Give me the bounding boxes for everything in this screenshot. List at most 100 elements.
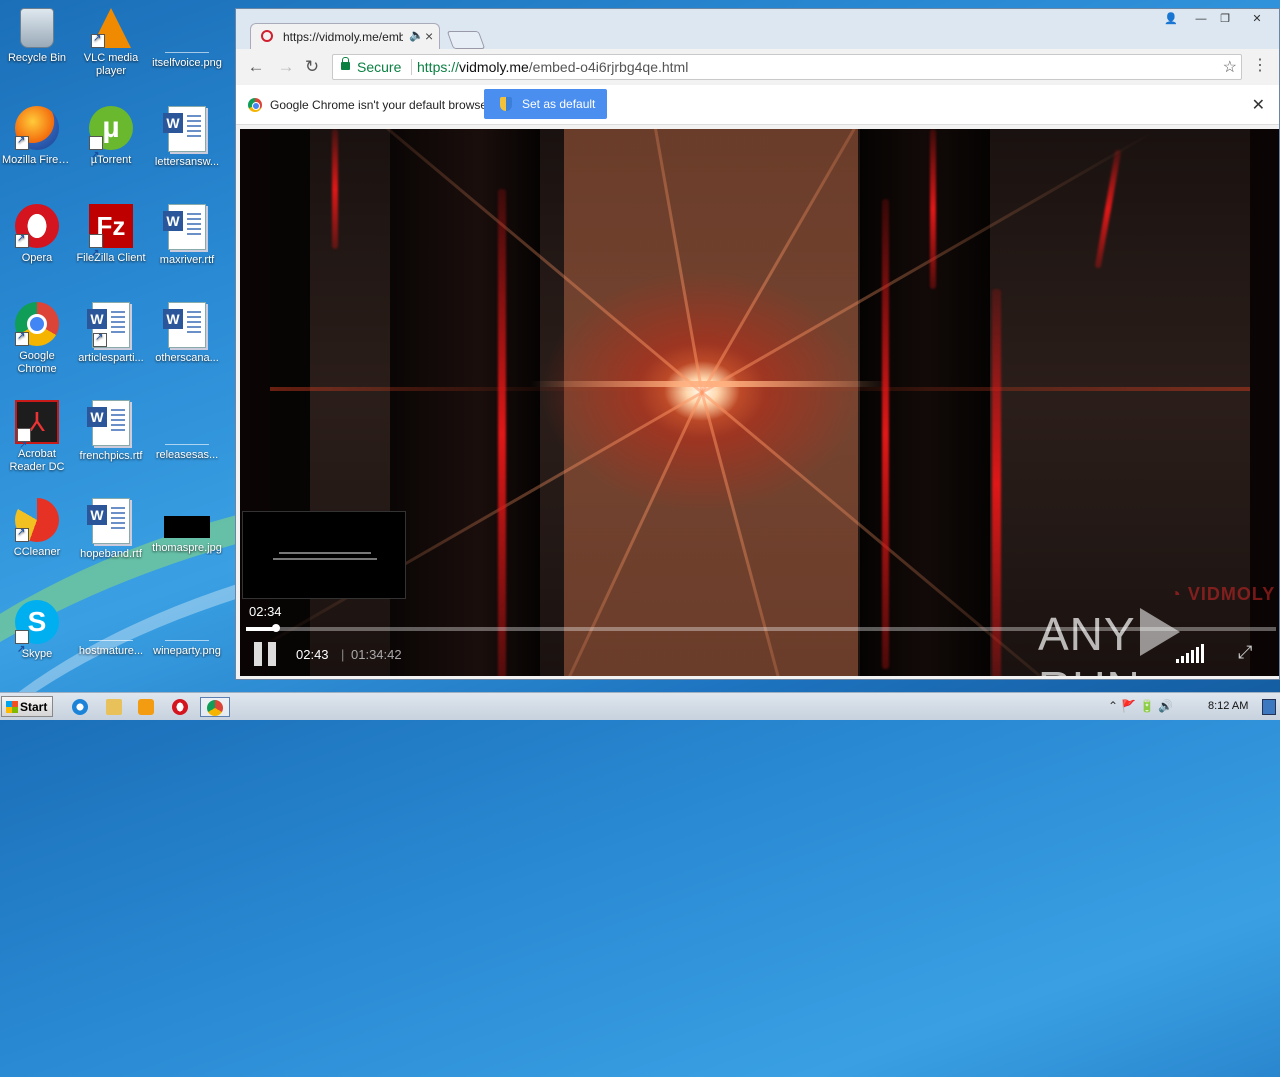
desktop-icon-chrome[interactable]: Google Chrome — [0, 302, 74, 376]
set-as-default-label: Set as default — [522, 97, 596, 111]
light-band — [530, 381, 890, 387]
desktop-icon-otherscana[interactable]: otherscana... — [150, 302, 224, 365]
url-path: /embed-o4i6rjrbg4qe.html — [528, 59, 689, 75]
video-player[interactable]: 02:34 02:43 | 01:34:42 ◔ VIDMOLY ⤢ ANYRU… — [240, 129, 1279, 676]
infobar-close-icon[interactable]: ✕ — [1252, 95, 1265, 115]
desktop-icon-label: Opera — [21, 252, 53, 264]
desktop-icon-ccleaner[interactable]: CCleaner — [0, 498, 74, 559]
desktop-icon-label: frenchpics.rtf — [79, 450, 143, 462]
file-icon — [165, 420, 209, 445]
tab-close-icon[interactable]: × — [425, 28, 433, 44]
acrobat-icon: ⅄ — [15, 400, 59, 466]
seek-preview-thumbnail — [242, 511, 406, 599]
desktop-icon-frenchpics[interactable]: frenchpics.rtf — [74, 400, 148, 463]
video-frame — [250, 129, 1250, 676]
vidmoly-logo: ◔ VIDMOLY — [1170, 584, 1276, 604]
desktop-icon-label: maxriver.rtf — [159, 254, 215, 266]
chrome-window: https://vidmoly.me/emb 🔈 × 👤 — ❐ ✕ ← → ↻… — [235, 8, 1280, 680]
start-button[interactable]: Start — [1, 696, 53, 717]
desktop-icon-filezilla[interactable]: Fz FileZilla Client — [74, 204, 148, 276]
light-ray — [700, 392, 839, 676]
ccleaner-icon — [15, 498, 59, 542]
forward-button[interactable]: → — [276, 57, 296, 77]
desktop-icon-label: Skype — [21, 648, 53, 660]
desktop-icon-label: lettersansw... — [154, 156, 220, 168]
desktop-icon-hopeband[interactable]: hopeband.rtf — [74, 498, 148, 561]
red-streak — [498, 189, 506, 676]
desktop-icon-opera[interactable]: Opera — [0, 204, 74, 265]
recycle-bin-icon — [20, 8, 54, 48]
red-streak — [882, 199, 889, 669]
desktop-icon-hostmature[interactable]: hostmature... — [74, 596, 148, 658]
desktop-icon-label: releasesas... — [155, 449, 219, 461]
reload-button[interactable]: ↻ — [302, 57, 322, 77]
desktop-icon-label: Google Chrome — [17, 350, 57, 375]
firefox-icon — [15, 106, 59, 150]
clock[interactable]: 8:12 AM — [1208, 700, 1248, 712]
desktop-icon-recycle-bin[interactable]: Recycle Bin — [0, 8, 74, 65]
desktop-icon-thomaspre[interactable]: thomaspre.jpg — [150, 498, 224, 555]
windows-logo-icon — [6, 701, 18, 713]
taskbar-chrome-icon[interactable] — [200, 697, 230, 717]
progress-knob[interactable] — [271, 624, 280, 632]
desktop-icon-label: hopeband.rtf — [80, 548, 142, 560]
light-band — [270, 387, 1250, 391]
vidmoly-logo-text: VIDMOLY — [1187, 584, 1276, 604]
profile-icon[interactable]: 👤 — [1158, 11, 1184, 27]
desktop-icon-itselfvoice[interactable]: itselfvoice.png — [150, 8, 224, 70]
desktop-icon-skype[interactable]: S Skype — [0, 600, 74, 672]
current-time: 02:43 — [296, 647, 329, 662]
desktop-icon-utorrent[interactable]: µ µTorrent — [74, 106, 148, 178]
back-button[interactable]: ← — [246, 57, 266, 77]
toolbar: ← → ↻ Secure https://vidmoly.me/embed-o4… — [236, 49, 1279, 85]
red-streak — [992, 289, 1001, 676]
tab-title: https://vidmoly.me/emb — [283, 30, 403, 44]
pause-button[interactable] — [254, 642, 278, 666]
show-desktop-button[interactable] — [1262, 699, 1276, 715]
word-document-icon — [163, 204, 206, 250]
speaker-icon[interactable]: 🔈 — [409, 28, 424, 42]
desktop-icon-label: wineparty.png — [153, 645, 221, 657]
desktop-icon-vlc[interactable]: VLC media player — [74, 8, 148, 78]
seek-hover-time: 02:34 — [249, 604, 282, 619]
image-file-icon — [165, 616, 209, 641]
word-document-icon — [87, 498, 130, 544]
close-window-button[interactable]: ✕ — [1244, 11, 1270, 27]
taskbar-opera-icon[interactable] — [168, 697, 192, 717]
desktop-icon-label: Mozilla Firefox — [2, 154, 73, 166]
tab-vidmoly[interactable]: https://vidmoly.me/emb 🔈 × — [250, 23, 440, 49]
bookmark-star-icon[interactable]: ☆ — [1223, 57, 1237, 77]
utorrent-icon: µ — [89, 106, 133, 178]
more-menu-icon[interactable]: ⋮ — [1252, 55, 1268, 75]
time-divider: | — [341, 647, 345, 662]
secure-label: Secure — [357, 59, 402, 75]
desktop-icon-acrobat[interactable]: ⅄ Acrobat Reader DC — [0, 400, 74, 474]
red-streak — [930, 129, 936, 289]
desktop-icon-articlesparti[interactable]: articlesparti... — [74, 302, 148, 365]
restore-button[interactable]: ❐ — [1212, 11, 1238, 27]
set-as-default-button[interactable]: Set as default — [484, 89, 607, 119]
divider — [411, 59, 412, 75]
taskbar-media-player-icon[interactable] — [134, 697, 158, 717]
taskbar-explorer-icon[interactable] — [102, 697, 126, 717]
vidmoly-favicon-icon — [261, 30, 273, 42]
desktop-icon-maxriver[interactable]: maxriver.rtf — [150, 204, 224, 267]
new-tab-button[interactable] — [446, 31, 486, 49]
vlc-cone-icon — [91, 8, 131, 48]
opera-icon — [15, 204, 59, 248]
desktop-icon-label: hostmature... — [78, 645, 144, 657]
taskbar-ie-icon[interactable] — [68, 697, 92, 717]
start-label: Start — [20, 700, 48, 714]
thumbnail-text — [279, 552, 371, 554]
word-document-icon — [163, 302, 206, 348]
desktop-icon-releasesas[interactable]: releasesas... — [150, 400, 224, 462]
desktop-icon-lettersansw[interactable]: lettersansw... — [150, 106, 224, 169]
taskbar: Start ⌃ 🚩 🔋 🔊 8:12 AM — [0, 692, 1280, 720]
system-tray[interactable]: ⌃ 🚩 🔋 🔊 — [1108, 699, 1173, 713]
desktop-icon-wineparty[interactable]: wineparty.png — [150, 596, 224, 658]
filezilla-icon: Fz — [89, 204, 133, 276]
lock-icon — [341, 57, 350, 70]
desktop-icon-firefox[interactable]: Mozilla Firefox — [0, 106, 74, 167]
minimize-button[interactable]: — — [1188, 11, 1214, 27]
address-bar[interactable]: Secure https://vidmoly.me/embed-o4i6rjrb… — [332, 54, 1242, 80]
